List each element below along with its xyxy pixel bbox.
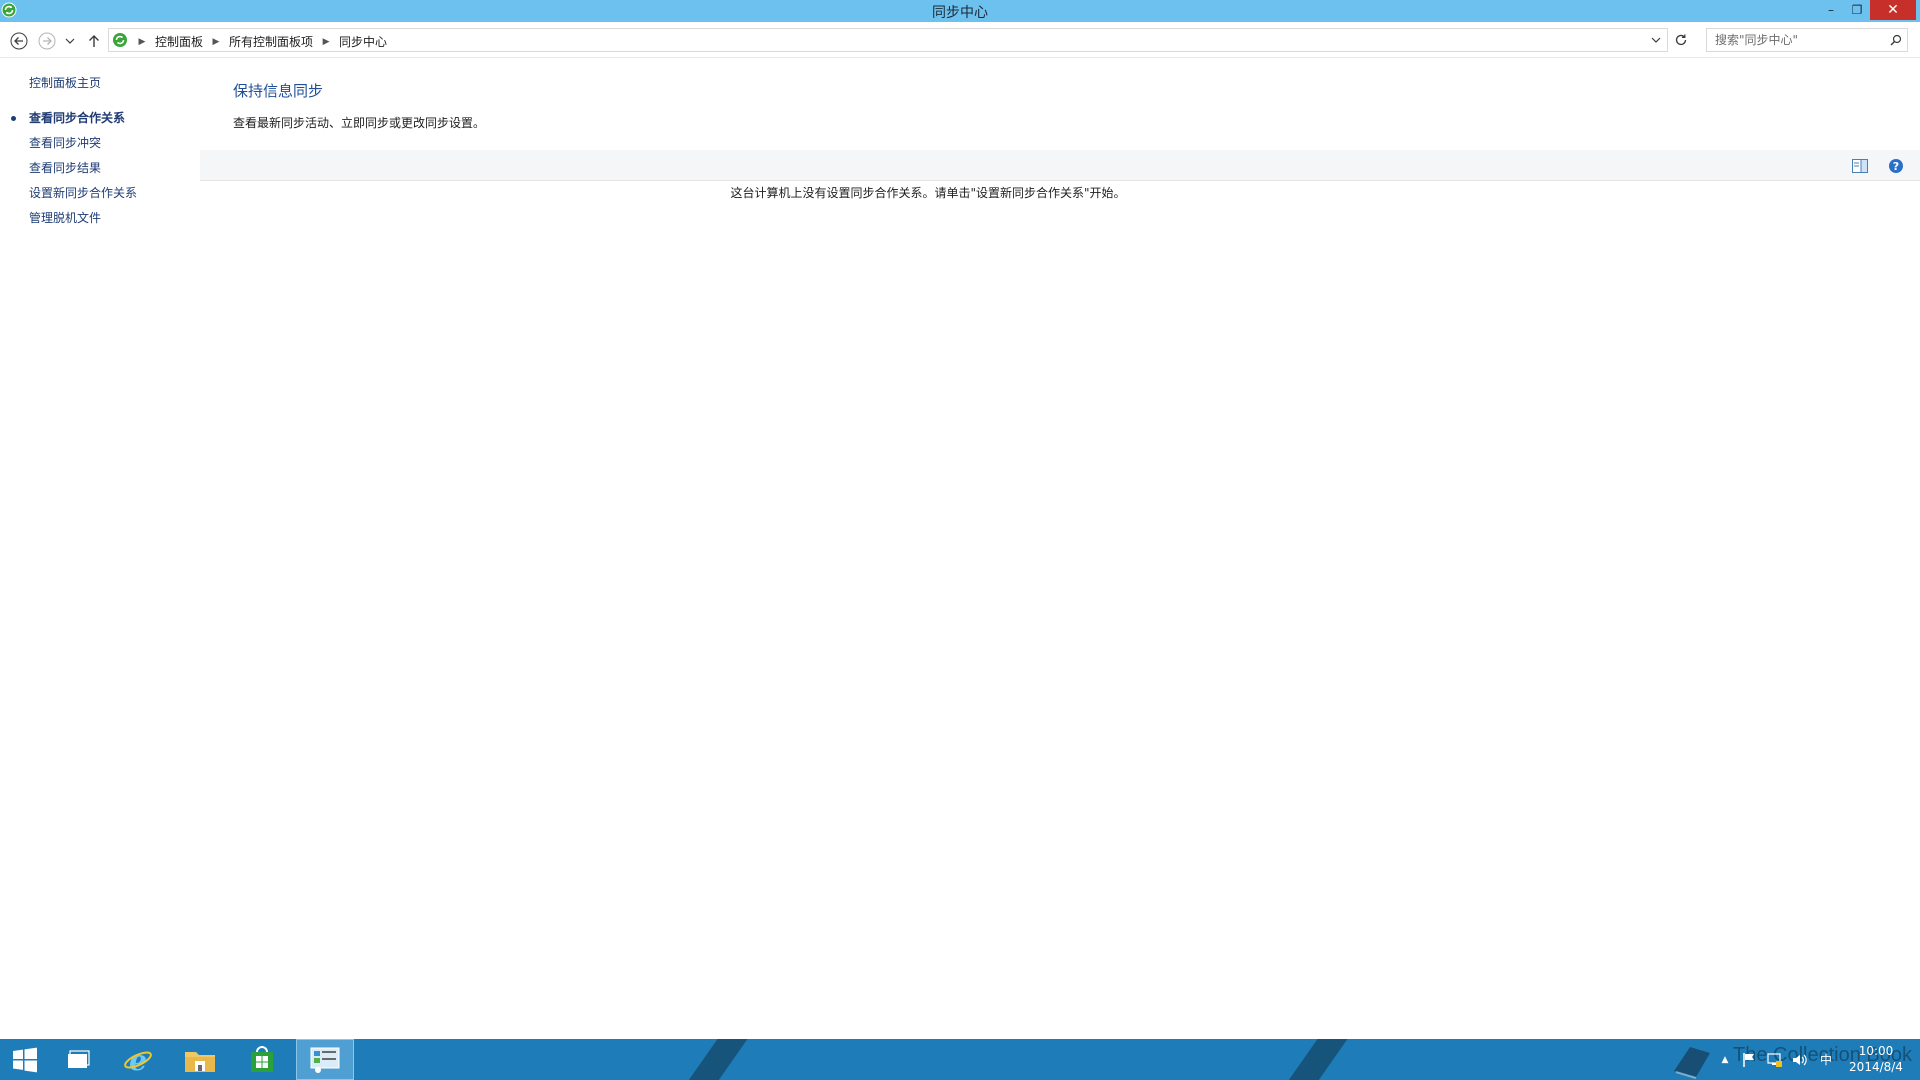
refresh-button[interactable] (1670, 30, 1692, 50)
taskbar-stripe (675, 1039, 755, 1080)
address-dropdown-button[interactable] (1649, 33, 1663, 47)
store-button[interactable] (234, 1039, 290, 1080)
up-arrow-icon (89, 35, 99, 47)
control-panel-home-link[interactable]: 控制面板主页 (29, 74, 101, 91)
up-button[interactable] (84, 31, 104, 51)
page-title: 保持信息同步 (233, 82, 324, 100)
taskbar-stripe (1275, 1039, 1355, 1080)
breadcrumb-item-all-items[interactable]: 所有控制面板项 (225, 33, 317, 50)
title-bar[interactable]: 同步中心 – ❐ ✕ (0, 0, 1920, 22)
search-input[interactable] (1707, 29, 1883, 51)
search-button[interactable] (1889, 33, 1903, 47)
breadcrumb-item-control-panel[interactable]: 控制面板 (151, 33, 207, 50)
task-view-button[interactable] (50, 1039, 106, 1080)
main-content: 保持信息同步 查看最新同步活动、立即同步或更改同步设置。 ? 这台计算机上没有设… (200, 58, 1920, 1038)
store-icon (251, 1045, 273, 1072)
minimize-button[interactable]: – (1818, 0, 1844, 20)
close-button[interactable]: ✕ (1870, 0, 1916, 20)
address-bar[interactable]: ▶ 控制面板 ▶ 所有控制面板项 ▶ 同步中心 (108, 28, 1668, 52)
sidebar-item-view-partnerships[interactable]: 查看同步合作关系 (0, 110, 200, 135)
action-center-flag-icon[interactable] (1740, 1039, 1758, 1080)
sync-center-icon (112, 32, 128, 48)
show-hidden-icons-button[interactable]: ▲ (1718, 1039, 1732, 1080)
breadcrumb-separator-icon[interactable]: ▶ (317, 37, 335, 47)
sidebar-item-label: 查看同步合作关系 (29, 111, 126, 125)
control-panel-icon (310, 1047, 340, 1073)
breadcrumb-separator-icon[interactable]: ▶ (207, 37, 225, 47)
refresh-icon (1675, 34, 1687, 46)
file-explorer-button[interactable] (172, 1039, 228, 1080)
sidebar-item-label: 设置新同步合作关系 (29, 186, 138, 200)
breadcrumb-item-sync-center[interactable]: 同步中心 (335, 33, 391, 50)
network-icon[interactable] (1766, 1039, 1784, 1080)
breadcrumb: ▶ 控制面板 ▶ 所有控制面板项 ▶ 同步中心 (133, 33, 391, 50)
details-pane-button[interactable] (1850, 156, 1870, 176)
task-list: 查看同步合作关系 查看同步冲突 查看同步结果 设置新同步合作关系 管理脱机文件 (0, 110, 200, 235)
window-title: 同步中心 (932, 5, 988, 21)
sidebar-item-label: 管理脱机文件 (29, 211, 102, 225)
search-icon (1890, 34, 1902, 46)
search-box[interactable] (1706, 28, 1908, 52)
sidebar-item-label: 查看同步结果 (29, 161, 102, 175)
back-button[interactable] (9, 31, 29, 51)
volume-icon[interactable] (1790, 1039, 1808, 1080)
maximize-button[interactable]: ❐ (1844, 0, 1870, 20)
navigation-bar: ▶ 控制面板 ▶ 所有控制面板项 ▶ 同步中心 (0, 22, 1920, 58)
control-panel-taskbar-button[interactable] (296, 1039, 354, 1080)
start-button[interactable] (0, 1039, 50, 1080)
taskbar: e The Collection Book ▲ 中 10:00 2014/8/4 (0, 1039, 1920, 1080)
command-bar: ? (200, 150, 1920, 181)
internet-explorer-icon: e (124, 1045, 152, 1075)
sidebar-item-view-conflicts[interactable]: 查看同步冲突 (0, 135, 200, 160)
breadcrumb-separator-icon[interactable]: ▶ (133, 37, 151, 47)
back-arrow-icon (10, 32, 28, 50)
windows-logo-icon (13, 1047, 37, 1072)
page-subtitle: 查看最新同步活动、立即同步或更改同步设置。 (233, 116, 486, 130)
sidebar-item-view-results[interactable]: 查看同步结果 (0, 160, 200, 185)
system-clock[interactable]: 10:00 2014/8/4 (1840, 1043, 1912, 1075)
chevron-down-icon (1651, 37, 1661, 43)
help-button[interactable]: ? (1886, 156, 1906, 176)
details-pane-icon (1852, 159, 1868, 173)
sidebar-item-label: 查看同步冲突 (29, 136, 102, 150)
selected-bullet-icon (11, 116, 16, 121)
left-pane: 控制面板主页 查看同步合作关系 查看同步冲突 查看同步结果 设置新同步合作关系 … (0, 58, 200, 1038)
recent-locations-button[interactable] (63, 31, 77, 51)
sidebar-item-manage-offline-files[interactable]: 管理脱机文件 (0, 210, 200, 235)
clock-date: 2014/8/4 (1849, 1060, 1903, 1074)
window-icon (68, 1049, 90, 1068)
forward-button[interactable] (37, 31, 57, 51)
sidebar-item-setup-partnership[interactable]: 设置新同步合作关系 (0, 185, 200, 210)
empty-state-message: 这台计算机上没有设置同步合作关系。请单击"设置新同步合作关系"开始。 (730, 186, 1126, 200)
clock-time: 10:00 (1858, 1044, 1894, 1058)
help-icon: ? (1889, 159, 1903, 173)
chevron-down-icon (65, 38, 75, 44)
svg-text:?: ? (1893, 160, 1899, 173)
svg-text:e: e (129, 1045, 147, 1075)
input-method-indicator[interactable]: 中 (1816, 1039, 1836, 1080)
internet-explorer-button[interactable]: e (110, 1039, 166, 1080)
forward-arrow-icon (38, 32, 56, 50)
folder-icon (185, 1051, 215, 1072)
